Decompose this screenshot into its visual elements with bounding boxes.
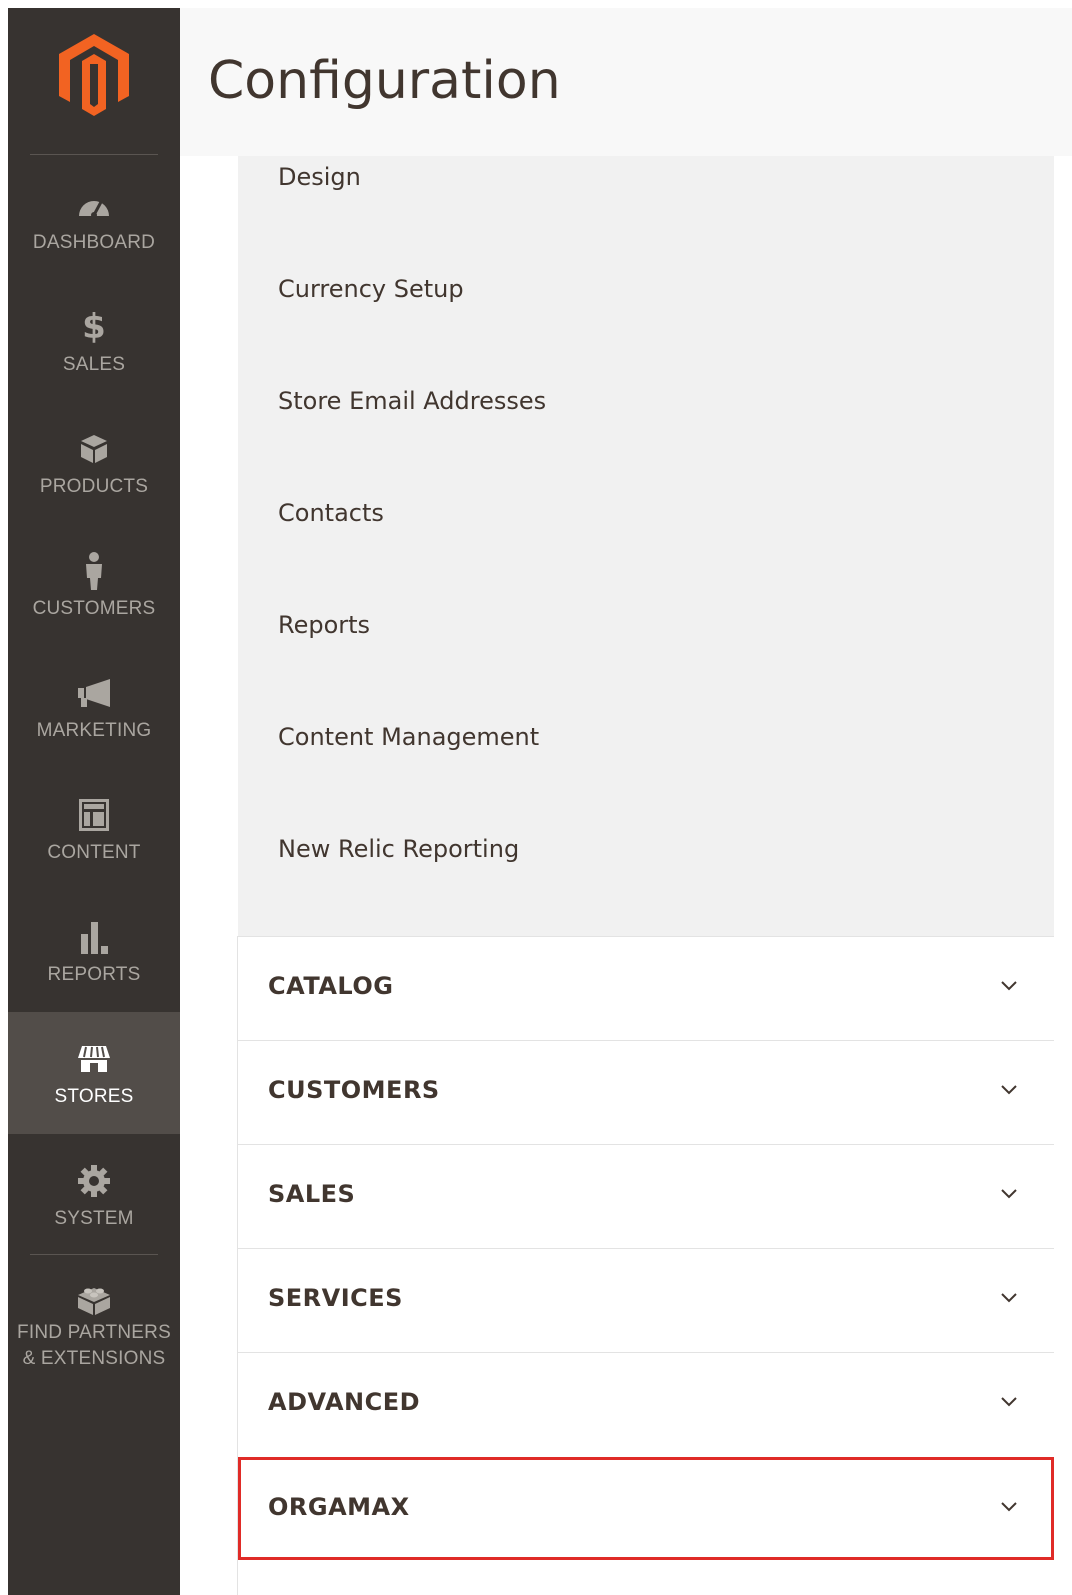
nav-label-line1: FIND PARTNERS bbox=[17, 1322, 171, 1343]
megaphone-icon bbox=[76, 676, 112, 710]
nav-label-sales: SALES bbox=[62, 354, 126, 375]
section-sales[interactable]: SALES bbox=[238, 1144, 1054, 1247]
person-icon bbox=[83, 552, 105, 590]
nav-label-reports: REPORTS bbox=[47, 964, 141, 985]
nav-label-line2: & EXTENSIONS bbox=[22, 1348, 166, 1369]
storefront-icon bbox=[77, 1042, 111, 1076]
nav-stores[interactable]: STORES bbox=[8, 1012, 180, 1134]
nav-label-system: SYSTEM bbox=[54, 1208, 134, 1229]
magento-logo-icon bbox=[59, 34, 129, 116]
sidebar-divider bbox=[30, 154, 158, 155]
nav-reports[interactable]: REPORTS bbox=[8, 890, 180, 1012]
submenu-item-contacts[interactable]: Contacts bbox=[278, 498, 384, 528]
submenu-item-design[interactable]: Design bbox=[278, 162, 361, 192]
section-title: ADVANCED bbox=[268, 1388, 421, 1416]
section-title: CATALOG bbox=[268, 972, 394, 1000]
chevron-down-icon bbox=[1001, 1293, 1017, 1303]
section-advanced[interactable]: ADVANCED bbox=[238, 1352, 1054, 1455]
magento-logo[interactable] bbox=[8, 8, 180, 158]
page-title: Configuration bbox=[208, 51, 561, 111]
submenu-item-content-management[interactable]: Content Management bbox=[278, 722, 539, 752]
speedometer-icon bbox=[77, 188, 111, 222]
nav-customers[interactable]: CUSTOMERS bbox=[8, 524, 180, 646]
submenu-item-store-email-addresses[interactable]: Store Email Addresses bbox=[278, 386, 546, 416]
section-customers[interactable]: CUSTOMERS bbox=[238, 1040, 1054, 1143]
nav-marketing[interactable]: MARKETING bbox=[8, 646, 180, 768]
layout-icon bbox=[79, 798, 109, 832]
chevron-down-icon bbox=[1001, 1397, 1017, 1407]
nav-label-stores: STORES bbox=[54, 1086, 134, 1107]
chevron-down-icon bbox=[1001, 981, 1017, 991]
gear-icon bbox=[77, 1164, 111, 1198]
general-submenu: Design Currency Setup Store Email Addres… bbox=[238, 156, 1054, 936]
section-title: ORGAMAX bbox=[268, 1493, 410, 1521]
magento-admin: DASHBOARD $ SALES PRODUCTS CUSTOMERS MAR… bbox=[0, 0, 1072, 1595]
nav-label-marketing: MARKETING bbox=[36, 720, 152, 741]
lego-brick-icon bbox=[76, 1282, 112, 1316]
chevron-down-icon bbox=[1001, 1502, 1017, 1512]
section-title: CUSTOMERS bbox=[268, 1076, 440, 1104]
nav-products[interactable]: PRODUCTS bbox=[8, 402, 180, 524]
chevron-down-icon bbox=[1001, 1189, 1017, 1199]
nav-find-partners[interactable]: FIND PARTNERS & EXTENSIONS bbox=[8, 1256, 180, 1396]
section-title: SALES bbox=[268, 1180, 356, 1208]
nav-label-customers: CUSTOMERS bbox=[32, 598, 156, 619]
bar-chart-icon bbox=[79, 920, 109, 954]
box-icon bbox=[79, 432, 109, 466]
admin-sidebar: DASHBOARD $ SALES PRODUCTS CUSTOMERS MAR… bbox=[8, 8, 180, 1595]
sidebar-divider bbox=[30, 1254, 158, 1255]
submenu-item-currency-setup[interactable]: Currency Setup bbox=[278, 274, 464, 304]
chevron-down-icon bbox=[1001, 1085, 1017, 1095]
nav-label-dashboard: DASHBOARD bbox=[32, 232, 156, 253]
submenu-item-new-relic-reporting[interactable]: New Relic Reporting bbox=[278, 834, 519, 864]
section-services[interactable]: SERVICES bbox=[238, 1248, 1054, 1351]
nav-content[interactable]: CONTENT bbox=[8, 768, 180, 890]
nav-label-find-partners: FIND PARTNERS & EXTENSIONS bbox=[17, 1320, 171, 1372]
nav-label-content: CONTENT bbox=[47, 842, 141, 863]
dollar-icon: $ bbox=[82, 307, 106, 347]
nav-sales[interactable]: $ SALES bbox=[8, 280, 180, 402]
page-header: Configuration bbox=[180, 8, 1072, 156]
nav-dashboard[interactable]: DASHBOARD bbox=[8, 158, 180, 280]
nav-label-products: PRODUCTS bbox=[39, 476, 149, 497]
nav-system[interactable]: SYSTEM bbox=[8, 1134, 180, 1256]
section-title: SERVICES bbox=[268, 1284, 403, 1312]
submenu-item-reports[interactable]: Reports bbox=[278, 610, 370, 640]
section-orgamax[interactable]: ORGAMAX bbox=[238, 1457, 1054, 1560]
section-catalog[interactable]: CATALOG bbox=[238, 936, 1054, 1039]
